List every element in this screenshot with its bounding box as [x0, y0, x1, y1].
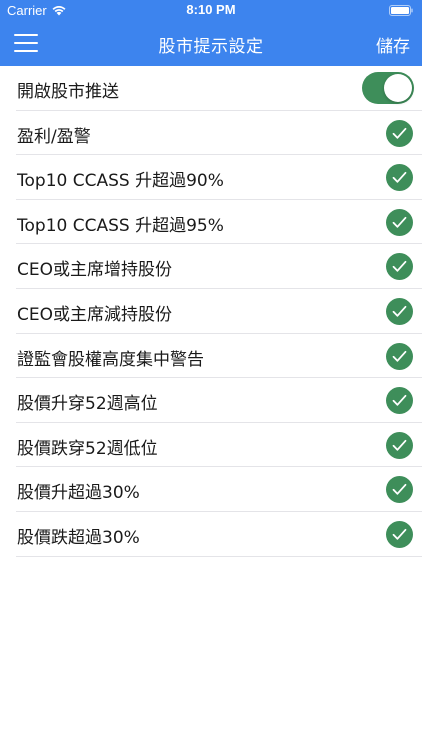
- checkmark-icon[interactable]: [386, 164, 413, 192]
- setting-row[interactable]: 股價升超過30%: [16, 467, 422, 512]
- setting-label: Top10 CCASS 升超過90%: [17, 171, 224, 192]
- setting-label: CEO或主席增持股份: [17, 260, 172, 281]
- checkmark-icon[interactable]: [386, 387, 413, 415]
- setting-label: 證監會股權高度集中警告: [17, 349, 204, 370]
- setting-row[interactable]: Top10 CCASS 升超過90%: [16, 155, 422, 200]
- save-button[interactable]: 儲存: [376, 32, 410, 57]
- clock: 8:10 PM: [186, 2, 236, 17]
- setting-row[interactable]: 盈利/盈警: [16, 111, 422, 156]
- setting-label: 股價跌穿52週低位: [17, 438, 158, 459]
- setting-row[interactable]: 股價跌超過30%: [16, 512, 422, 557]
- app-screen: Carrier 8:10 PM 股市提示設定 儲存 開啟股市推送 盈利/盈警 T…: [0, 0, 422, 750]
- toggle-knob: [384, 74, 412, 102]
- battery-icon: [389, 5, 413, 16]
- setting-label: 股價升超過30%: [17, 483, 140, 504]
- setting-label: 股價升穿52週高位: [17, 394, 158, 415]
- setting-row[interactable]: 股價升穿52週高位: [16, 378, 422, 423]
- status-bar: Carrier 8:10 PM: [0, 0, 422, 22]
- page-title: 股市提示設定: [158, 37, 264, 57]
- checkmark-icon[interactable]: [386, 476, 413, 504]
- setting-row[interactable]: 證監會股權高度集中警告: [16, 334, 422, 379]
- setting-row[interactable]: 股價跌穿52週低位: [16, 423, 422, 468]
- nav-bar: 股市提示設定 儲存: [0, 22, 422, 66]
- push-toggle-label: 開啟股市推送: [17, 82, 119, 102]
- checkmark-icon[interactable]: [386, 208, 413, 236]
- push-toggle-row: 開啟股市推送: [16, 66, 422, 111]
- checkmark-icon[interactable]: [386, 297, 413, 325]
- settings-list: 開啟股市推送 盈利/盈警 Top10 CCASS 升超過90% Top10 CCAS…: [0, 66, 422, 557]
- setting-row[interactable]: CEO或主席減持股份: [16, 289, 422, 334]
- setting-label: CEO或主席減持股份: [17, 304, 172, 325]
- setting-row[interactable]: CEO或主席增持股份: [16, 244, 422, 289]
- push-toggle-switch[interactable]: [362, 72, 414, 104]
- setting-label: Top10 CCASS 升超過95%: [17, 215, 224, 236]
- setting-label: 股價跌超過30%: [17, 527, 140, 548]
- header: Carrier 8:10 PM 股市提示設定 儲存: [0, 0, 422, 66]
- checkmark-icon[interactable]: [386, 520, 413, 548]
- checkmark-icon[interactable]: [386, 253, 413, 281]
- checkmark-icon[interactable]: [386, 119, 413, 147]
- setting-row[interactable]: Top10 CCASS 升超過95%: [16, 200, 422, 245]
- checkmark-icon[interactable]: [386, 342, 413, 370]
- checkmark-icon[interactable]: [386, 431, 413, 459]
- setting-label: 盈利/盈警: [17, 126, 91, 147]
